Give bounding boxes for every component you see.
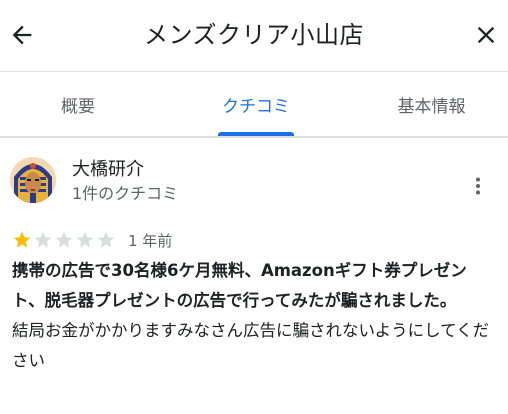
reviewer-review-count: 1件のクチコミ [72,184,179,203]
back-button[interactable] [2,15,42,55]
close-button[interactable] [466,15,506,55]
tab-overview[interactable]: 概要 [0,72,156,136]
reviewer-avatar-image [10,157,56,203]
star-empty-icon [76,231,94,248]
arrow-back-icon [12,25,32,45]
star-filled-icon [13,231,31,248]
review-text: 結局お金がかかりますみなさん広告に騙されないようにしてください [12,321,490,370]
star-empty-icon [97,231,115,248]
tab-bar: 概要 クチコミ 基本情報 [0,72,508,136]
tab-about[interactable]: 基本情報 [355,72,508,136]
review-text-bold: 携帯の広告で30名様6ケ月無料、Amazonギフト券プレゼント、脱毛器プレゼント… [12,261,467,310]
more-options-button[interactable] [462,170,494,202]
avatar[interactable] [10,157,56,203]
more-vert-icon [476,177,480,195]
tab-reviews[interactable]: クチコミ [178,72,334,136]
close-icon [477,26,495,44]
tabs-divider [0,136,508,138]
reviewer-name[interactable]: 大橋研介 [72,159,144,181]
review-body: 携帯の広告で30名様6ケ月無料、Amazonギフト券プレゼント、脱毛器プレゼント… [12,256,498,376]
star-rating [12,230,116,250]
star-empty-icon [55,231,73,248]
star-empty-icon [34,231,52,248]
review-date: 1 年前 [128,232,173,250]
page-title: メンズクリア小山店 [143,21,365,49]
app-header: メンズクリア小山店 [0,0,508,70]
